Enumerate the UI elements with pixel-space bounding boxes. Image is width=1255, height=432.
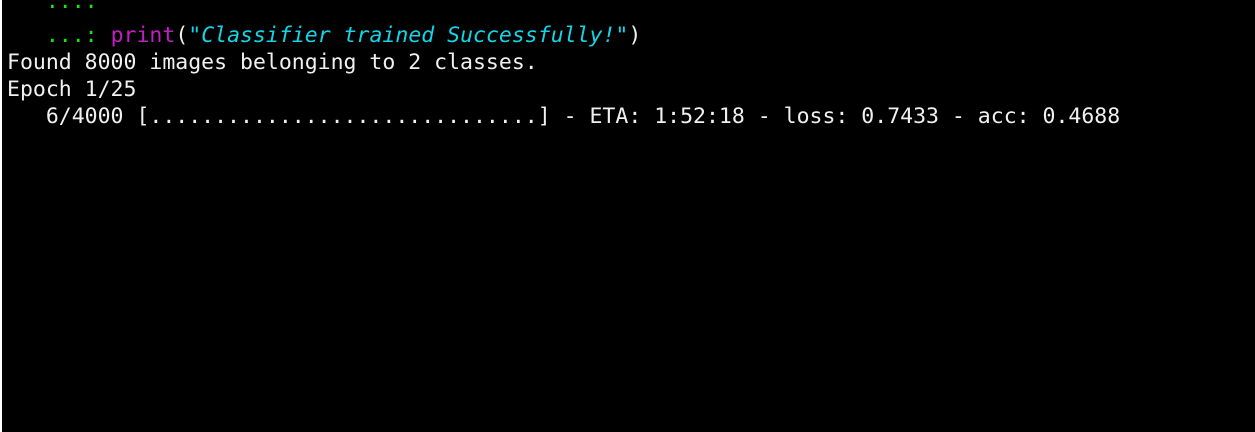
console-line-print-call: ...: print("Classifier trained Successfu… bbox=[7, 22, 641, 49]
continuation-prompt: ...: bbox=[45, 23, 98, 48]
continuation-prompt: ...: bbox=[45, 0, 98, 14]
console-output-epoch: Epoch 1/25 bbox=[7, 77, 137, 102]
terminal-window[interactable]: ...: ...: print("Classifier trained Succ… bbox=[2, 0, 1255, 432]
console-output-progress: 6/4000 [..............................] … bbox=[7, 104, 1121, 129]
console-output-found-images: Found 8000 images belonging to 2 classes… bbox=[7, 50, 538, 75]
console-line-continuation: ...: bbox=[7, 0, 98, 15]
open-paren: ( bbox=[175, 23, 189, 48]
string-literal: "Classifier trained Successfully!" bbox=[188, 23, 629, 48]
close-paren: ) bbox=[628, 23, 642, 48]
print-function: print bbox=[110, 23, 176, 48]
